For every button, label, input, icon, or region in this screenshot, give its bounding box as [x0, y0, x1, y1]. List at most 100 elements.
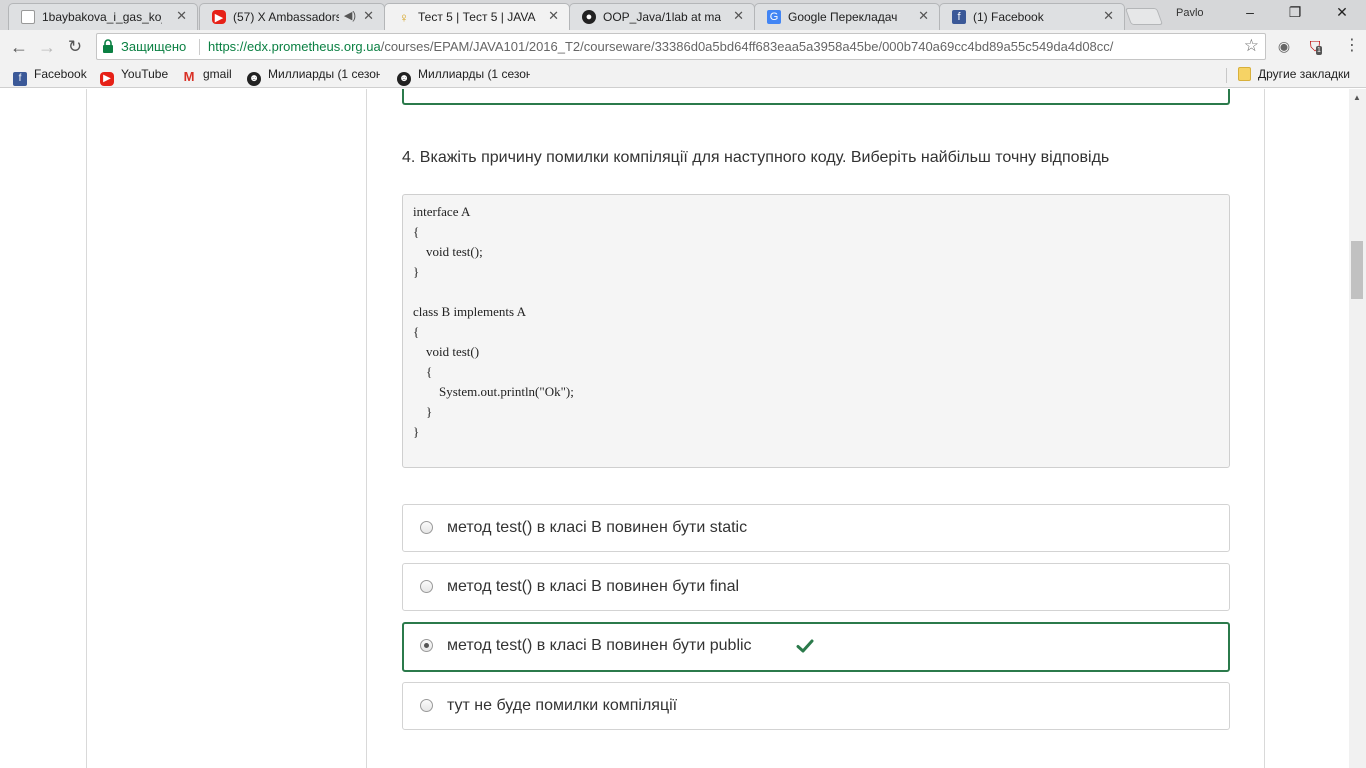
tab-title: (57) X Ambassadors	[233, 10, 339, 24]
code-line: void test()	[413, 344, 480, 359]
tab-prometheus-test[interactable]: ♀ Тест 5 | Тест 5 | JAVA10 ✕	[384, 3, 570, 30]
tab-close-icon[interactable]: ✕	[363, 9, 374, 23]
bookmark-facebook[interactable]: f Facebook	[13, 67, 87, 86]
secure-label: Защищено	[121, 39, 187, 54]
radio-button[interactable]	[420, 699, 433, 712]
extension-globe-icon[interactable]: ◉	[1275, 37, 1293, 55]
menu-icon[interactable]: ⋮	[1344, 38, 1360, 54]
folder-icon	[1238, 67, 1251, 81]
code-line: }	[413, 404, 433, 419]
tab-close-icon[interactable]: ✕	[548, 9, 559, 23]
tab-document[interactable]: 1baybakova_i_gas_ko_d ✕	[8, 3, 198, 30]
code-line: void test();	[413, 244, 483, 259]
tab-youtube[interactable]: ▶ (57) X Ambassadors ◀) ✕	[199, 3, 385, 30]
code-line: {	[413, 364, 433, 379]
tab-facebook[interactable]: f (1) Facebook ✕	[939, 3, 1125, 30]
forward-button[interactable]: →	[36, 36, 58, 58]
prometheus-icon: ♀	[399, 9, 409, 25]
option-label: метод test() в класі B повинен бути publ…	[447, 637, 752, 654]
close-window-icon[interactable]: ✕	[1322, 4, 1362, 21]
tab-title: OOP_Java/1lab at mast	[603, 10, 721, 24]
other-bookmarks[interactable]: Другие закладки	[1238, 67, 1350, 84]
code-block: interface A { void test(); } class B imp…	[402, 194, 1230, 468]
radio-dot	[424, 643, 429, 648]
tab-close-icon[interactable]: ✕	[176, 9, 187, 23]
content-right-border	[1264, 89, 1265, 768]
bookmark-youtube[interactable]: ▶ YouTube	[100, 67, 169, 86]
question-text: 4. Вкажіть причину помилки компіляції дл…	[402, 149, 1110, 166]
bookmarks-bar: f Facebook ▶ YouTube Mgmail ☻ Миллиарды (1 …	[0, 63, 1366, 88]
facebook-icon: f	[13, 72, 27, 86]
profile-name[interactable]: Pavlo	[1176, 7, 1204, 19]
radio-button-selected[interactable]	[420, 639, 433, 652]
url-host: https://edx.prometheus.org.ua	[208, 39, 381, 54]
option-label: тут не буде помилки компіляції	[447, 697, 678, 714]
youtube-icon: ▶	[100, 72, 114, 86]
browser-toolbar: ← → ↻ Защищено https://edx.prometheus.or…	[0, 30, 1366, 63]
tab-title: (1) Facebook	[973, 10, 1044, 24]
extension-badge: 1	[1316, 46, 1322, 55]
tab-close-icon[interactable]: ✕	[1103, 9, 1114, 23]
option-label: метод test() в класі B повинен бути fina…	[447, 578, 740, 595]
scroll-thumb[interactable]	[1351, 241, 1363, 299]
url-text[interactable]: https://edx.prometheus.org.ua/courses/EP…	[208, 39, 1113, 54]
bookmark-label: Миллиарды (1 сезон	[268, 67, 380, 81]
new-tab-button[interactable]	[1124, 8, 1164, 25]
bookmarks-divider	[1226, 68, 1227, 83]
code-line: {	[413, 324, 420, 339]
tab-title: Google Перекладач	[788, 10, 898, 24]
radio-button[interactable]	[420, 580, 433, 593]
address-bar[interactable]: Защищено https://edx.prometheus.org.ua/c…	[96, 33, 1266, 60]
bookmark-label: YouTube	[121, 67, 169, 81]
bookmark-label: Facebook	[34, 67, 87, 81]
page-scrollbar[interactable]: ▲	[1349, 89, 1366, 768]
avatar-icon: ☻	[247, 72, 261, 86]
bookmark-billions-2[interactable]: ☻ Миллиарды (1 сезон	[397, 67, 530, 86]
checkmark-icon	[796, 639, 814, 653]
tab-github[interactable]: ● OOP_Java/1lab at mast ✕	[569, 3, 755, 30]
avatar-icon: ☻	[397, 72, 411, 86]
option-label: метод test() в класі B повинен бути stat…	[447, 519, 748, 536]
code-line: System.out.println("Ok");	[413, 384, 574, 399]
gmail-icon: M	[183, 69, 195, 84]
omnibox-divider	[199, 39, 200, 55]
scroll-up-arrow-icon[interactable]: ▲	[1353, 93, 1361, 102]
tab-google-translate[interactable]: G Google Перекладач ✕	[754, 3, 940, 30]
answer-option-static[interactable]: метод test() в класі B повинен бути stat…	[402, 504, 1230, 552]
code-line: }	[413, 424, 420, 439]
answer-option-no-error[interactable]: тут не буде помилки компіляції	[402, 682, 1230, 730]
bookmark-billions-1[interactable]: ☻ Миллиарды (1 сезон	[247, 67, 380, 86]
tab-close-icon[interactable]: ✕	[918, 9, 929, 23]
google-translate-icon: G	[767, 10, 781, 24]
back-button[interactable]: ←	[8, 36, 30, 58]
youtube-icon: ▶	[212, 10, 226, 24]
speaker-icon[interactable]: ◀)	[344, 9, 356, 22]
code-line: {	[413, 224, 420, 239]
answer-option-final[interactable]: метод test() в класі B повинен бути fina…	[402, 563, 1230, 611]
reload-button[interactable]: ↻	[64, 36, 86, 58]
code-line: }	[413, 264, 420, 279]
lock-icon	[103, 39, 113, 53]
course-sidebar	[86, 89, 367, 768]
previous-answer-box	[402, 89, 1230, 105]
tab-close-icon[interactable]: ✕	[733, 9, 744, 23]
radio-button[interactable]	[420, 521, 433, 534]
bookmark-label: Миллиарды (1 сезон	[418, 67, 530, 81]
url-path: /courses/EPAM/JAVA101/2016_T2/courseware…	[380, 39, 1114, 54]
document-icon	[21, 10, 35, 24]
tab-title: Тест 5 | Тест 5 | JAVA10	[418, 10, 536, 24]
bookmark-label: gmail	[203, 67, 232, 81]
bookmark-star-icon[interactable]: ☆	[1244, 36, 1259, 56]
bookmark-gmail[interactable]: Mgmail	[182, 67, 232, 84]
tab-strip: 1baybakova_i_gas_ko_d ✕ ▶ (57) X Ambassa…	[0, 0, 1366, 30]
answer-option-public[interactable]: метод test() в класі B повинен бути publ…	[402, 622, 1230, 672]
minimize-icon[interactable]: –	[1230, 4, 1270, 20]
code-line: class B implements A	[413, 304, 527, 319]
tab-title: 1baybakova_i_gas_ko_d	[42, 10, 162, 24]
facebook-icon: f	[952, 10, 966, 24]
code-line: interface A	[413, 204, 471, 219]
github-icon: ●	[582, 10, 596, 24]
page-content: 4. Вкажіть причину помилки компіляції дл…	[0, 89, 1349, 768]
restore-icon[interactable]: ❐	[1275, 4, 1315, 21]
extension-shield-icon[interactable]: ⛉ 1	[1306, 37, 1324, 55]
